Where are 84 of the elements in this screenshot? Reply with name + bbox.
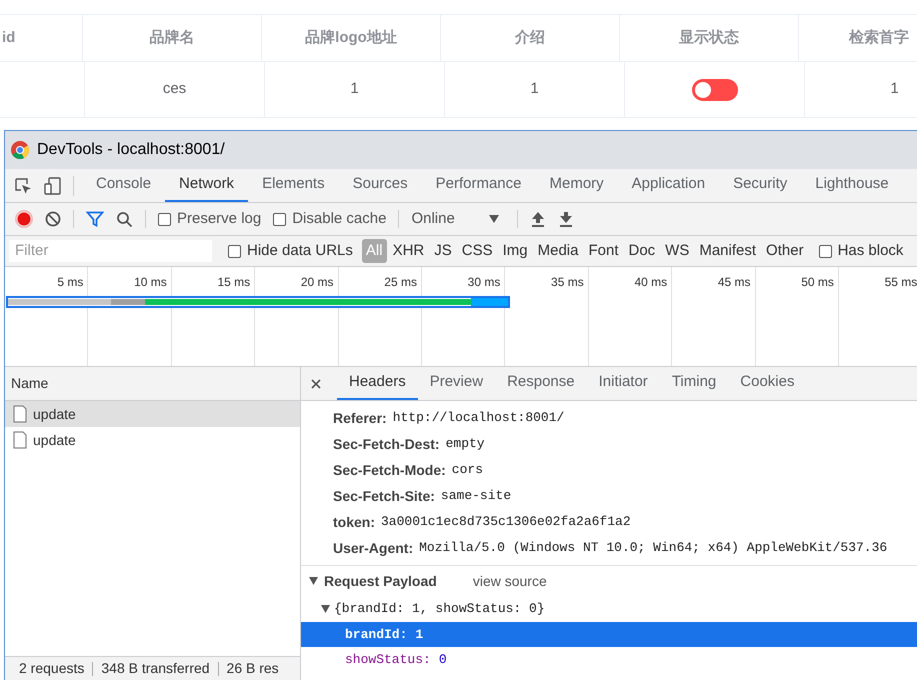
header-line: Sec-Fetch-Dest: empty <box>333 434 486 454</box>
browser-logo-icon[interactable] <box>11 141 29 159</box>
timeline-tick: 25 ms <box>384 274 417 291</box>
devtools-tab[interactable]: Sources <box>338 169 422 202</box>
record-button-icon[interactable] <box>15 210 33 228</box>
timeline-tick: 30 ms <box>468 274 500 291</box>
detail-tab[interactable]: Cookies <box>728 367 806 400</box>
checkbox[interactable]: Disable cache <box>273 208 386 230</box>
checkbox[interactable]: Hide data URLs <box>228 240 353 262</box>
request-row[interactable]: update <box>5 401 300 427</box>
payload-summary: {brandId: 1, showStatus: 0} <box>334 600 545 618</box>
column-header: 检索首字 <box>849 28 909 48</box>
close-icon[interactable] <box>311 378 321 388</box>
column-header: 介绍 <box>515 28 545 48</box>
resource-type-filter[interactable]: XHR <box>388 239 428 263</box>
view-source-link[interactable]: view source <box>472 570 547 592</box>
table-cell-text: ces <box>162 79 186 100</box>
timeline-tick: 35 ms <box>551 274 584 291</box>
devtools-tab[interactable]: Security <box>719 169 802 202</box>
devtools-tab[interactable]: Elements <box>248 169 339 202</box>
toggle-switch[interactable] <box>692 78 738 100</box>
status-text: 2 requests <box>18 659 84 678</box>
detail-tab[interactable]: Preview <box>418 367 496 400</box>
payload-field[interactable]: showStatus: 0 <box>301 647 917 672</box>
detail-tab[interactable]: Timing <box>660 367 728 400</box>
status-text: 26 B res <box>226 659 279 678</box>
column-header: 品牌logo地址 <box>305 28 397 48</box>
column-header: 品牌名 <box>150 28 194 48</box>
filter-icon[interactable] <box>86 211 104 227</box>
dropdown-caret-icon[interactable] <box>489 215 500 223</box>
document-icon[interactable] <box>13 405 27 423</box>
resource-type-filter[interactable]: Font <box>584 239 622 263</box>
resource-type-filter[interactable]: Manifest <box>695 239 760 263</box>
search-icon[interactable] <box>116 210 133 228</box>
header-line: Sec-Fetch-Site: same-site <box>333 486 512 506</box>
resource-type-filter[interactable]: JS <box>430 239 456 263</box>
throttling-dropdown[interactable]: Online <box>411 208 500 230</box>
disclosure-triangle-icon[interactable] <box>321 605 330 613</box>
resource-type-filter[interactable]: Img <box>498 239 532 263</box>
inspect-element-icon[interactable] <box>13 176 33 196</box>
devtools-tab[interactable]: Console <box>82 169 166 202</box>
header-line: User-Agent: Mozilla/5.0 (Windows NT 10.0; Win64; x64) AppleWebKit/537.36 <box>333 538 888 558</box>
detail-tab[interactable]: Initiator <box>586 367 660 400</box>
upload-icon[interactable] <box>530 211 546 227</box>
timeline-tick: 55 ms <box>884 274 917 291</box>
timeline-tick: 15 ms <box>217 274 250 291</box>
devtools-tab[interactable]: Performance <box>422 169 536 202</box>
table-cell-text: 1 <box>350 79 359 100</box>
resource-type-filter[interactable]: WS <box>661 239 694 263</box>
download-icon[interactable] <box>558 211 574 227</box>
document-icon[interactable] <box>13 431 27 449</box>
filter-field[interactable]: Filter <box>9 240 212 262</box>
header-line: token: 3a0001c1ec8d735c1306e02fa2a6f1a2 <box>333 512 632 532</box>
devtools-tab[interactable]: Application <box>618 169 720 202</box>
checkbox[interactable]: Has block <box>818 240 904 262</box>
header-line: Referer: http://localhost:8001/ <box>333 408 566 428</box>
section-title: Request Payload <box>324 572 437 591</box>
resource-type-filter[interactable]: CSS <box>458 239 497 263</box>
window-title: DevTools - localhost:8001/ <box>37 140 225 160</box>
timeline-tick: 20 ms <box>300 274 334 291</box>
checkbox[interactable]: Preserve log <box>158 208 262 230</box>
devtools-tab[interactable]: Memory <box>536 169 618 202</box>
column-header: 显示状态 <box>679 28 739 48</box>
disclosure-triangle-icon[interactable] <box>309 577 318 585</box>
devtools-tab[interactable]: Lighthouse <box>801 169 903 202</box>
resource-type-filter[interactable]: Other <box>762 239 808 263</box>
column-header: id <box>2 28 16 48</box>
timeline-tick: 40 ms <box>634 274 668 291</box>
clear-icon[interactable] <box>45 211 61 227</box>
timeline-tick: 5 ms <box>57 274 84 291</box>
timeline-tick: 10 ms <box>134 274 167 291</box>
detail-tab[interactable]: Headers <box>337 367 418 400</box>
table-cell-text: 1 <box>890 79 899 100</box>
table-cell-text: 1 <box>530 79 539 100</box>
column-header: Name <box>11 374 48 393</box>
header-line: Sec-Fetch-Mode: cors <box>333 460 484 480</box>
status-text: 348 B transferred <box>101 659 210 678</box>
payload-field[interactable]: brandId: 1 <box>301 622 917 647</box>
resource-type-filter[interactable]: Doc <box>624 239 660 263</box>
timeline-tick: 50 ms <box>801 274 834 291</box>
detail-tab[interactable]: Response <box>495 367 587 400</box>
device-toolbar-icon[interactable] <box>43 176 63 196</box>
timeline-tick: 45 ms <box>718 274 751 291</box>
resource-type-filter[interactable]: Media <box>534 239 582 263</box>
